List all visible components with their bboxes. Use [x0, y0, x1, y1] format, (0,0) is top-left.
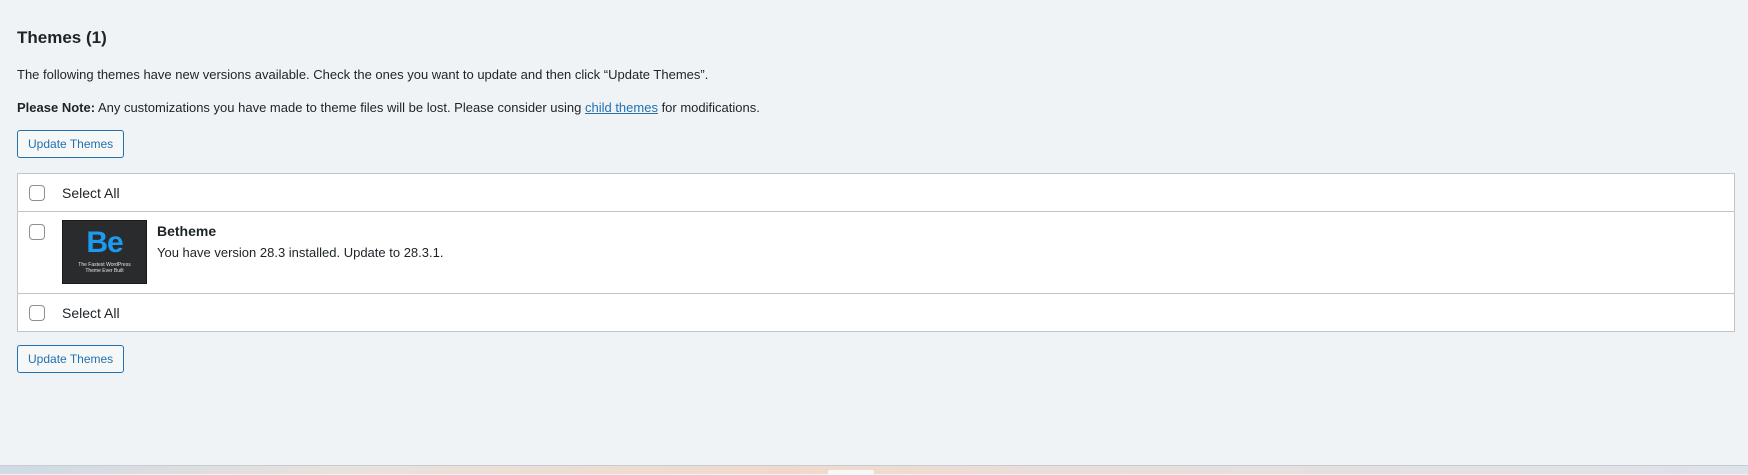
theme-thumbnail-tagline: The Fastest WordPress Theme Ever Built [63, 262, 146, 274]
theme-thumbnail-logo: Be [86, 226, 123, 259]
update-themes-button-top[interactable]: Update Themes [17, 130, 125, 158]
theme-row: Be The Fastest WordPress Theme Ever Buil… [18, 212, 1734, 294]
note-paragraph: Please Note: Any customizations you have… [17, 100, 760, 115]
select-all-checkbox-top[interactable] [29, 185, 45, 201]
note-text-after: for modifications. [657, 100, 760, 115]
select-all-label-bottom[interactable]: Select All [62, 305, 120, 321]
select-all-row-top: Select All [18, 174, 1734, 212]
select-all-label-top[interactable]: Select All [62, 185, 120, 201]
intro-text: The following themes have new versions a… [17, 67, 709, 82]
child-themes-link[interactable]: child themes [585, 100, 658, 115]
update-themes-button-bottom[interactable]: Update Themes [17, 345, 125, 373]
theme-version-info: You have version 28.3 installed. Update … [157, 245, 444, 260]
select-all-row-bottom: Select All [18, 294, 1734, 332]
theme-name: Betheme [157, 223, 217, 239]
bottom-scroll-edge [0, 465, 1748, 475]
select-all-checkbox-bottom[interactable] [29, 305, 45, 321]
bottom-edge-tab [828, 470, 874, 475]
theme-thumbnail: Be The Fastest WordPress Theme Ever Buil… [62, 220, 147, 284]
note-text-before: Any customizations you have made to them… [95, 100, 585, 115]
theme-checkbox[interactable] [29, 224, 45, 240]
note-label: Please Note: [17, 100, 96, 115]
section-title: Themes (1) [17, 28, 107, 47]
themes-table: Select All Be The Fastest WordPress Them… [17, 173, 1735, 332]
theme-thumbnail-tagline-line2: Theme Ever Built [85, 268, 124, 274]
